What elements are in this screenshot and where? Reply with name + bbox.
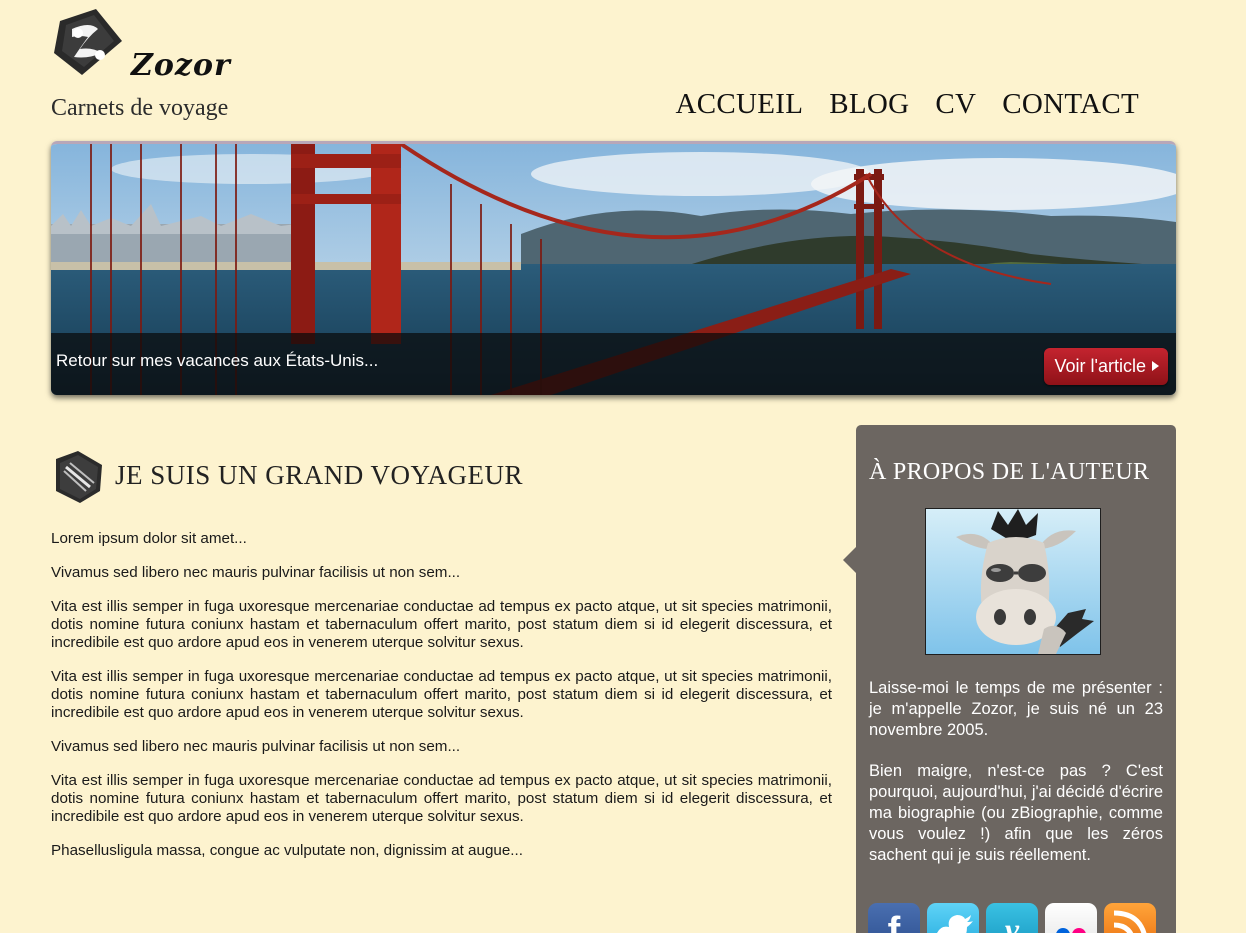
social-links: f v (868, 903, 1156, 933)
nav-blog[interactable]: BLOG (829, 88, 909, 121)
article-paragraph: Vita est illis semper in fuga uxoresque … (51, 668, 832, 721)
play-arrow-icon (1152, 361, 1159, 371)
nav-contact[interactable]: CONTACT (1002, 88, 1139, 121)
nav-cv[interactable]: CV (935, 88, 976, 121)
author-avatar (925, 508, 1101, 655)
author-bio-paragraph: Laisse-moi le temps de me présenter : je… (869, 679, 1163, 739)
article-paragraph: Lorem ipsum dolor sit amet... (51, 530, 247, 547)
vimeo-icon[interactable]: v (986, 903, 1038, 933)
rss-feed-icon (1113, 910, 1147, 933)
article-title-icon (56, 451, 102, 503)
author-bio-paragraph: Bien maigre, n'est-ce pas ? C'est pourqu… (869, 762, 1163, 864)
about-author-title: À PROPOS DE L'AUTEUR (869, 459, 1150, 485)
twitter-icon[interactable] (927, 903, 979, 933)
read-article-button[interactable]: Voir l'article (1043, 348, 1168, 385)
flickr-icon[interactable] (1045, 903, 1097, 933)
tagline: Carnets de voyage (51, 95, 229, 121)
nav-accueil[interactable]: ACCUEIL (675, 88, 803, 121)
article-paragraph: Phasellusligula massa, congue ac vulputa… (51, 842, 523, 859)
twitter-bird-icon (937, 915, 973, 933)
banner-caption: Retour sur mes vacances aux États-Unis..… (51, 333, 1176, 395)
vimeo-glyph: v (1004, 911, 1020, 933)
read-article-label: Voir l'article (1054, 356, 1146, 376)
flickr-dots-icon (1056, 928, 1086, 933)
article-paragraph: Vivamus sed libero nec mauris pulvinar f… (51, 564, 461, 581)
article-body: Lorem ipsum dolor sit amet... Vivamus se… (51, 530, 832, 876)
article-title: JE SUIS UN GRAND VOYAGEUR (115, 460, 524, 490)
zozor-avatar-image (926, 509, 1100, 654)
article-paragraph: Vita est illis semper in fuga uxoresque … (51, 598, 832, 651)
facebook-icon[interactable]: f (868, 903, 920, 933)
facebook-glyph: f (887, 910, 901, 933)
author-bio: Laisse-moi le temps de me présenter : je… (869, 678, 1163, 886)
main-nav: ACCUEIL BLOG CV CONTACT (675, 88, 1139, 121)
panel-notch (843, 547, 856, 573)
article-paragraph: Vita est illis semper in fuga uxoresque … (51, 772, 832, 825)
article-paragraph: Vivamus sed libero nec mauris pulvinar f… (51, 738, 461, 755)
logo-name: Zozor (131, 48, 231, 83)
banner-caption-text: Retour sur mes vacances aux États-Unis..… (56, 351, 379, 370)
banner: Retour sur mes vacances aux États-Unis..… (51, 141, 1176, 395)
rss-icon[interactable] (1104, 903, 1156, 933)
about-author-panel: À PROPOS DE L'AUTEUR Laisse-moi le temps… (843, 425, 1176, 933)
logo-icon (54, 9, 122, 75)
